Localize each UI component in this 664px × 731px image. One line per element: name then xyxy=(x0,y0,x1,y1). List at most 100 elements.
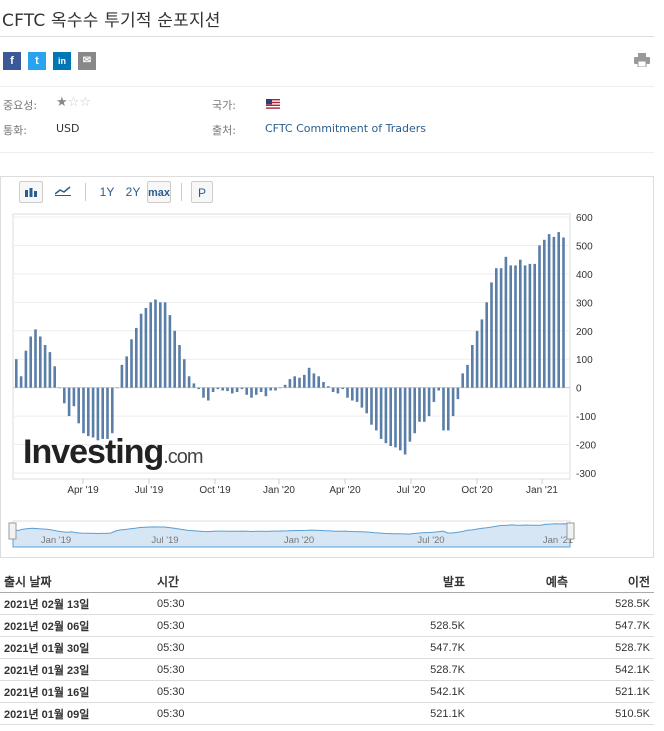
chart-bar xyxy=(125,356,128,388)
chart-bar xyxy=(34,329,37,388)
chart-bar xyxy=(183,359,186,388)
chart-bar xyxy=(197,387,200,390)
cell-actual: 528.7K xyxy=(301,658,469,681)
chart-bar xyxy=(58,387,61,389)
cell-actual: 547.7K xyxy=(301,636,469,659)
x-tick-label: Jan '21 xyxy=(526,485,558,496)
y-tick-label: 100 xyxy=(576,355,593,366)
chart-bar xyxy=(250,387,253,398)
email-icon[interactable]: ✉ xyxy=(78,52,96,70)
chart-bar xyxy=(19,376,23,388)
source-label: 출처: xyxy=(212,124,236,137)
x-tick-label: Jul '19 xyxy=(135,485,164,496)
cell-forecast xyxy=(469,702,572,725)
chart-bar xyxy=(552,236,556,388)
cell-date: 2021년 02월 13일 xyxy=(0,592,153,615)
chart-bar xyxy=(403,387,407,455)
chart-bar xyxy=(202,387,205,398)
chart-bar xyxy=(514,265,517,388)
col-time[interactable]: 시간 xyxy=(153,570,301,593)
chart-panel: 1Y 2Y max P 600 500 400 300 200 100 0 -100 -200-… xyxy=(0,176,654,558)
linkedin-icon[interactable]: in xyxy=(53,52,71,70)
chart-bar xyxy=(456,387,460,400)
star-empty-icon: ☆ xyxy=(67,95,80,110)
chart-bar xyxy=(111,387,114,434)
chart-bar xyxy=(144,308,148,388)
chart-bar xyxy=(283,384,287,388)
chart-bar xyxy=(562,237,565,388)
chart-bar xyxy=(346,387,349,398)
page-title: CFTC 옥수수 투기적 순포지션 xyxy=(2,11,221,31)
source-link[interactable]: CFTC Commitment of Traders xyxy=(265,122,426,135)
chart-bar xyxy=(226,387,229,392)
chart-bar xyxy=(336,387,340,394)
chart-bar xyxy=(91,387,95,438)
chart-bar xyxy=(221,387,224,391)
chart-bar xyxy=(351,387,354,401)
chart-bar xyxy=(29,336,32,388)
chart-bar xyxy=(538,245,541,388)
star-empty-icon: ☆ xyxy=(79,95,91,110)
cell-actual xyxy=(301,592,469,615)
chart-bar xyxy=(53,366,56,388)
chart-bar xyxy=(87,387,90,437)
col-date[interactable]: 출시 날짜 xyxy=(0,570,153,593)
cell-previous: 510.5K xyxy=(572,702,654,725)
chart-bar xyxy=(77,387,80,424)
twitter-icon[interactable]: t xyxy=(28,52,46,70)
navigator-left-handle[interactable] xyxy=(8,522,17,540)
country-label: 국가: xyxy=(212,99,236,112)
chart-bar xyxy=(231,387,234,394)
chart-bar xyxy=(437,387,440,391)
chart-bar xyxy=(63,387,66,404)
print-icon[interactable] xyxy=(634,53,650,67)
cell-time: 05:30 xyxy=(153,658,301,681)
chart-bar xyxy=(264,387,268,397)
chart-bar xyxy=(82,387,85,434)
chart-bar xyxy=(375,387,378,431)
facebook-icon[interactable]: f xyxy=(3,52,21,70)
navigator-label: Jul '19 xyxy=(151,535,178,546)
divider xyxy=(0,86,654,87)
table-header-row: 출시 날짜 시간 발표 예측 이전 xyxy=(0,570,654,593)
cell-forecast xyxy=(469,636,572,659)
chart-bar xyxy=(154,299,157,388)
chart-bar xyxy=(269,387,272,391)
share-bar: f t in ✉ xyxy=(0,40,654,84)
y-tick-label: 0 xyxy=(576,384,582,395)
col-forecast[interactable]: 예측 xyxy=(469,570,572,593)
navigator-right-handle[interactable] xyxy=(566,522,575,540)
cell-forecast xyxy=(469,658,572,681)
chart-bar xyxy=(178,345,181,388)
cell-previous: 547.7K xyxy=(572,614,654,637)
cell-date: 2021년 01월 09일 xyxy=(0,702,153,725)
x-tick-label: Jan '20 xyxy=(263,485,295,496)
col-previous[interactable]: 이전 xyxy=(572,570,654,593)
cell-actual: 542.1K xyxy=(301,680,469,703)
col-actual[interactable]: 발표 xyxy=(301,570,469,593)
range-navigator[interactable]: Jan '19 Jul '19 Jan '20 Jul '20 Jan '21 xyxy=(8,520,575,548)
chart-bar xyxy=(312,373,316,388)
chart-bar xyxy=(159,302,162,388)
y-tick-label: 500 xyxy=(576,241,593,252)
chart-bar xyxy=(471,345,474,388)
y-tick-label: -100 xyxy=(576,412,596,423)
chart-bar xyxy=(413,387,416,434)
chart-bar xyxy=(485,302,488,388)
cell-time: 05:30 xyxy=(153,636,301,659)
cell-previous: 528.5K xyxy=(572,592,654,615)
chart-bar xyxy=(106,387,109,439)
table-row: 2021년 02월 13일 05:30 528.5K xyxy=(0,592,654,615)
chart-bar xyxy=(293,376,296,388)
x-tick-label: Apr '19 xyxy=(67,485,99,496)
cell-time: 05:30 xyxy=(153,614,301,637)
chart-bar xyxy=(120,364,124,388)
chart-bar xyxy=(173,330,176,388)
chart-bar xyxy=(461,373,464,388)
cell-time: 05:30 xyxy=(153,680,301,703)
chart-bar xyxy=(355,387,359,402)
x-tick-label: Oct '19 xyxy=(199,485,231,496)
cell-actual: 528.5K xyxy=(301,614,469,637)
chart-bar xyxy=(288,379,292,388)
cell-time: 05:30 xyxy=(153,702,301,725)
